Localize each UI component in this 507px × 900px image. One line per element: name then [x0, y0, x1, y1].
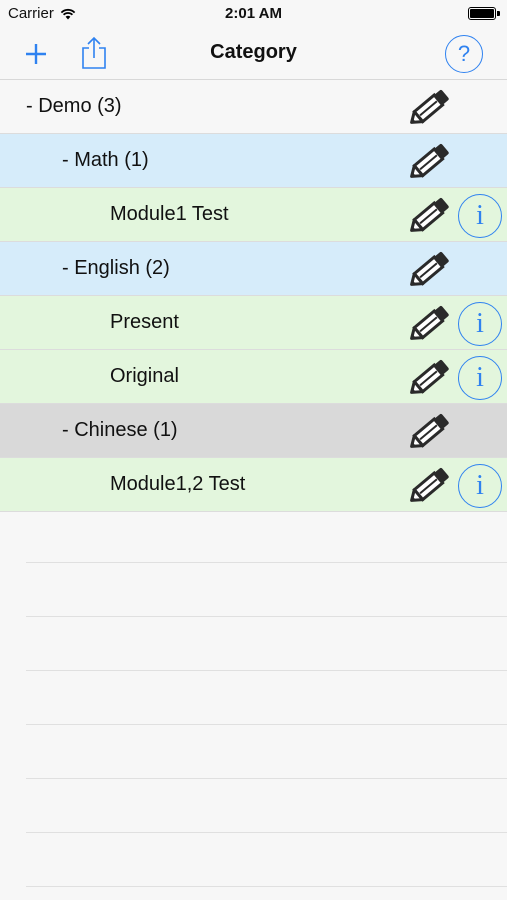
separator — [26, 778, 507, 779]
info-glyph: i — [476, 200, 484, 231]
info-icon[interactable]: i — [458, 302, 502, 346]
pencil-icon[interactable] — [406, 246, 454, 292]
info-glyph: i — [476, 308, 484, 339]
status-bar: Carrier 2:01 AM — [0, 0, 507, 28]
category-list: - Demo (3) - Math (1) Module1 Test i - Engli… — [0, 80, 507, 512]
list-item[interactable]: - Math (1) — [0, 134, 507, 188]
info-icon[interactable]: i — [458, 356, 502, 400]
list-item[interactable]: Module1,2 Test i — [0, 458, 507, 512]
category-label: Present — [110, 311, 179, 333]
separator — [26, 670, 507, 671]
pencil-icon[interactable] — [406, 138, 454, 184]
list-item[interactable]: Present i — [0, 296, 507, 350]
pencil-icon[interactable] — [406, 192, 454, 238]
pencil-icon[interactable] — [406, 300, 454, 346]
separator — [26, 886, 507, 887]
category-label: Module1 Test — [110, 203, 229, 225]
list-item[interactable]: Module1 Test i — [0, 188, 507, 242]
battery-icon — [468, 7, 496, 20]
separator — [26, 724, 507, 725]
category-label: Module1,2 Test — [110, 473, 246, 495]
pencil-icon[interactable] — [406, 408, 454, 454]
separator — [26, 616, 507, 617]
info-glyph: i — [476, 470, 484, 501]
category-label: - Math (1) — [62, 149, 149, 171]
page-title: Category — [210, 41, 297, 63]
category-label: - Demo (3) — [26, 95, 122, 117]
navigation-bar: Category ? — [0, 28, 507, 80]
empty-table-area — [0, 509, 507, 900]
status-time: 2:01 AM — [225, 5, 282, 22]
info-icon[interactable]: i — [458, 194, 502, 238]
info-glyph: i — [476, 362, 484, 393]
pencil-icon[interactable] — [406, 84, 454, 130]
pencil-icon[interactable] — [406, 354, 454, 400]
help-icon: ? — [457, 41, 471, 66]
separator — [26, 832, 507, 833]
category-label: - English (2) — [62, 257, 170, 279]
pencil-icon[interactable] — [406, 462, 454, 508]
list-item[interactable]: - English (2) — [0, 242, 507, 296]
help-button[interactable]: ? — [445, 35, 483, 73]
battery-tip — [497, 11, 500, 16]
info-icon[interactable]: i — [458, 464, 502, 508]
list-item[interactable]: Original i — [0, 350, 507, 404]
category-label: - Chinese (1) — [62, 419, 178, 441]
list-item[interactable]: - Chinese (1) — [0, 404, 507, 458]
separator — [26, 562, 507, 563]
list-item[interactable]: - Demo (3) — [0, 80, 507, 134]
category-label: Original — [110, 365, 179, 387]
